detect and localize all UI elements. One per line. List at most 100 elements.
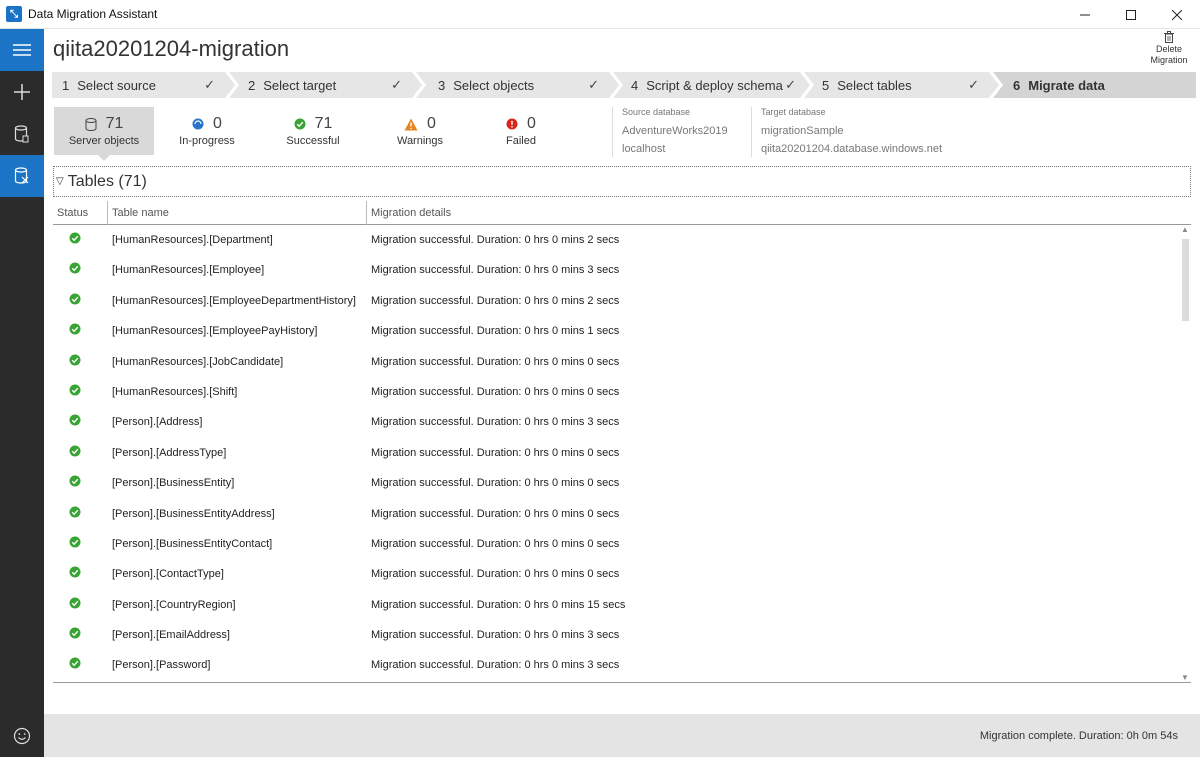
maximize-button[interactable] [1108,0,1154,29]
column-separator[interactable] [366,201,367,225]
warnings-label: Warnings [396,135,444,147]
step-select-tables[interactable]: 5 Select tables ✓ [804,72,999,98]
column-header-table-name[interactable]: Table name [112,207,169,219]
tables-group-header[interactable]: ▽ Tables (71) [53,166,1191,197]
step-number: 3 [438,77,446,93]
table-row[interactable]: [Person].[EmailAddress] Migration success… [53,620,1177,650]
migration-details-cell: Migration successful. Duration: 0 hrs 0 … [371,537,620,550]
status-bar: Migration complete. Duration: 0h 0m 54s [44,714,1200,757]
migration-details-cell: Migration successful. Duration: 0 hrs 0 … [371,385,620,398]
table-row[interactable]: [Person].[Address] Migration successful. … [53,407,1177,437]
table-row[interactable]: [HumanResources].[Shift] Migration succes… [53,377,1177,407]
status-message: Migration complete. Duration: 0h 0m 54s [979,730,1178,742]
table-row[interactable]: [Person].[CountryRegion] Migration succes… [53,590,1177,620]
step-label: Select tables [837,77,912,93]
window-title: Data Migration Assistant [28,7,158,21]
success-icon [69,293,81,308]
success-icon [69,323,81,338]
migration-details-cell: Migration successful. Duration: 0 hrs 0 … [371,294,620,307]
success-icon [69,627,81,642]
delete-migration-button[interactable]: Delete Migration [1146,31,1192,66]
warnings-count: 0 [427,115,436,132]
assessments-button[interactable] [0,113,44,155]
database-icon [85,117,97,131]
table-row[interactable]: [Person].[AddressType] Migration successf… [53,438,1177,468]
table-row[interactable]: [HumanResources].[Employee] Migration suc… [53,255,1177,285]
table-row[interactable]: [HumanResources].[EmployeePayHistory] Mig… [53,316,1177,346]
delete-label-line2: Migration [1150,55,1188,65]
error-icon [506,118,518,130]
step-number: 4 [631,77,639,93]
success-icon [69,232,81,247]
migration-details-cell: Migration successful. Duration: 0 hrs 0 … [371,629,620,642]
step-label: Select target [263,77,337,93]
step-select-target[interactable]: 2 Select target ✓ [229,72,422,98]
table-row[interactable]: [HumanResources].[JobCandidate] Migration… [53,347,1177,377]
table-row[interactable]: [Person].[BusinessEntityContact] Migratio… [53,529,1177,559]
migration-details-cell: Migration successful. Duration: 0 hrs 0 … [371,416,620,429]
failed-label: Failed [506,135,536,147]
target-db-name: migrationSample [761,125,844,137]
table-name-cell: [Person].[BusinessEntityAddress] [112,507,275,520]
table-row[interactable]: [HumanResources].[Department] Migration s… [53,225,1177,255]
column-separator[interactable] [107,201,108,225]
server-objects-filter[interactable]: 71 Server objects [54,107,154,161]
app-window: ⤡ Data Migration Assistant qiita20201204… [0,0,1200,757]
step-number: 5 [822,77,830,93]
scroll-up-arrow-icon[interactable]: ▲ [1181,225,1189,234]
source-db-name: AdventureWorks2019 [622,125,728,137]
migration-details-cell: Migration successful. Duration: 0 hrs 0 … [371,568,620,581]
success-icon [69,414,81,429]
table-row[interactable]: [HumanResources].[EmployeeDepartmentHist… [53,286,1177,316]
hamburger-icon [13,44,31,56]
warning-icon [404,118,418,130]
migration-details-cell: Migration successful. Duration: 0 hrs 0 … [371,598,626,611]
trash-icon [1164,31,1174,43]
new-project-button[interactable] [0,71,44,113]
successful-filter[interactable]: 71 Successful [263,107,363,155]
step-select-objects[interactable]: 3 Select objects ✓ [416,72,619,98]
table-name-cell: [Person].[AddressType] [112,446,227,459]
warnings-filter[interactable]: 0 Warnings [370,107,470,155]
table-name-cell: [HumanResources].[EmployeeDepartmentHist… [112,294,356,307]
server-objects-count: 71 [105,115,124,132]
table-row[interactable]: [Person].[BusinessEntity] Migration succe… [53,468,1177,498]
column-header-status[interactable]: Status [57,207,88,219]
plus-icon [14,84,30,100]
migrations-button[interactable] [0,155,44,197]
close-button[interactable] [1154,0,1200,29]
successful-count: 71 [314,115,333,132]
step-label: Migrate data [1028,77,1105,93]
main-content: qiita20201204-migration Delete Migration… [44,29,1200,757]
step-script-deploy[interactable]: 4 Script & deploy schema ✓ [613,72,810,98]
hamburger-menu-button[interactable] [0,29,44,71]
target-database-info: Target database migrationSample qiita202… [751,107,942,157]
checkmark-icon: ✓ [785,77,796,92]
step-label: Select source [77,77,156,93]
step-select-source[interactable]: 1 Select source ✓ [52,72,235,98]
failed-filter[interactable]: 0 Failed [471,107,571,155]
table-name-cell: [HumanResources].[EmployeePayHistory] [112,325,318,338]
migration-details-cell: Migration successful. Duration: 0 hrs 0 … [371,264,620,277]
checkmark-icon: ✓ [391,77,402,92]
scrollbar-thumb[interactable] [1182,239,1189,321]
table-row[interactable]: [Person].[BusinessEntityAddress] Migratio… [53,499,1177,529]
step-migrate-data[interactable]: 6 Migrate data [993,72,1196,98]
success-icon [294,118,306,130]
minimize-button[interactable] [1062,0,1108,29]
column-header-details[interactable]: Migration details [371,207,451,219]
in-progress-count: 0 [213,115,222,132]
maximize-icon [1126,9,1136,20]
feedback-button[interactable] [0,715,44,757]
in-progress-filter[interactable]: 0 In-progress [157,107,257,155]
checkmark-icon: ✓ [204,77,215,92]
scroll-down-arrow-icon[interactable]: ▼ [1181,673,1189,682]
vertical-scrollbar[interactable]: ▲ ▼ [1179,225,1191,682]
success-icon [69,445,81,460]
delete-label-line1: Delete [1155,44,1182,54]
checkmark-icon: ✓ [588,77,599,92]
table-row[interactable]: [Person].[Password] Migration successful.… [53,650,1177,680]
migration-details-cell: Migration successful. Duration: 0 hrs 0 … [371,355,620,368]
checkmark-icon: ✓ [968,77,979,92]
table-row[interactable]: [Person].[ContactType] Migration successf… [53,559,1177,589]
